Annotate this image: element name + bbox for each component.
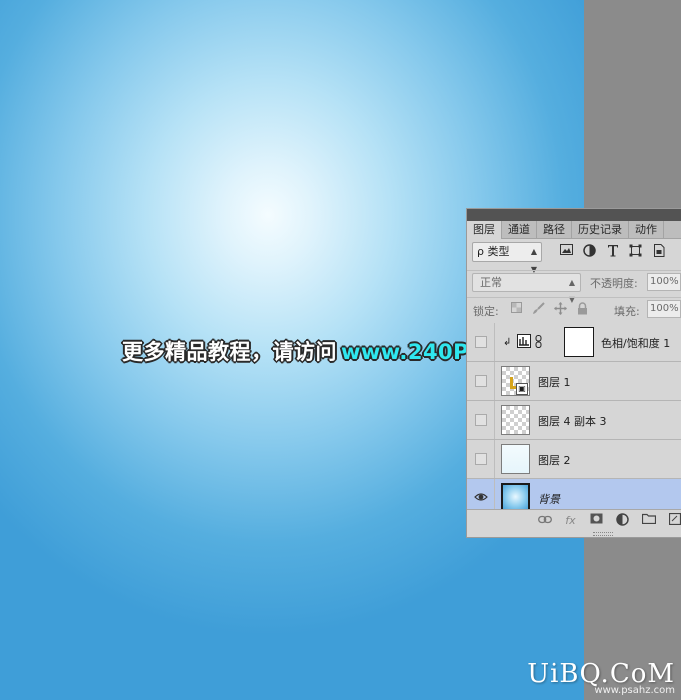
tab-paths[interactable]: 路径 bbox=[537, 221, 572, 239]
tab-layers[interactable]: 图层 bbox=[467, 221, 502, 239]
blend-mode-value: 正常 bbox=[480, 276, 502, 289]
layer-row-layer-2[interactable]: 图层 2 bbox=[467, 440, 681, 479]
visibility-toggle[interactable] bbox=[467, 323, 495, 361]
blend-mode-select[interactable]: 正常 ▲ ▼ bbox=[472, 273, 581, 304]
new-adjustment-icon[interactable] bbox=[615, 513, 630, 528]
layer-name: 图层 4 副本 3 bbox=[538, 415, 607, 428]
layers-panel: 图层 通道 路径 历史记录 动作 ρ 类型 ▲ ▼ 正常 ▲ ▼ 不透明度: 1… bbox=[466, 208, 681, 538]
panel-footer: fx bbox=[467, 509, 681, 531]
visibility-box bbox=[475, 414, 487, 426]
layer-row-hue-saturation[interactable]: ↲ 色相/饱和度 1 bbox=[467, 323, 681, 362]
mask-link-icon[interactable] bbox=[535, 334, 542, 351]
link-layers-icon[interactable] bbox=[537, 513, 552, 528]
smart-object-filter-icon[interactable] bbox=[651, 244, 666, 259]
panel-resize-grip[interactable] bbox=[593, 532, 613, 536]
panel-title-bar[interactable] bbox=[467, 209, 681, 221]
lock-label: 锁定: bbox=[473, 305, 499, 318]
layers-list: ↲ 色相/饱和度 1 ▣ 图层 1 图层 4 副本 3 图层 2 背景 bbox=[467, 323, 681, 518]
layer-name: 色相/饱和度 1 bbox=[601, 337, 671, 350]
hue-saturation-icon bbox=[517, 334, 531, 351]
panel-tabs: 图层 通道 路径 历史记录 动作 bbox=[467, 221, 681, 239]
adjustment-icons: ↲ bbox=[503, 334, 542, 351]
filter-kind-select[interactable]: ρ 类型 ▲ ▼ bbox=[472, 242, 542, 274]
watermark-label: 更多精品教程，请访问 bbox=[122, 340, 337, 364]
smart-object-badge-icon: ▣ bbox=[516, 383, 528, 395]
shape-filter-icon[interactable] bbox=[628, 244, 643, 259]
visibility-toggle[interactable] bbox=[467, 440, 495, 478]
lock-row: 锁定: 填充: 100% bbox=[467, 297, 681, 319]
layer-filter-row: ρ 类型 ▲ ▼ bbox=[467, 242, 681, 274]
layer-thumbnail[interactable] bbox=[501, 444, 530, 474]
fill-label: 填充: bbox=[614, 305, 640, 318]
adjustment-filter-icon[interactable] bbox=[582, 244, 597, 259]
layer-mask-thumbnail[interactable] bbox=[564, 327, 594, 357]
fx-icon[interactable]: fx bbox=[563, 513, 578, 528]
layer-name: 图层 1 bbox=[538, 376, 571, 389]
fill-field[interactable]: 100% bbox=[647, 300, 681, 318]
visibility-box bbox=[475, 336, 487, 348]
visibility-toggle[interactable] bbox=[467, 362, 495, 400]
lock-transparency-icon[interactable] bbox=[510, 302, 523, 315]
tab-history[interactable]: 历史记录 bbox=[572, 221, 629, 239]
lock-all-icon[interactable] bbox=[576, 302, 589, 315]
lock-pixels-icon[interactable] bbox=[532, 302, 545, 315]
tab-actions[interactable]: 动作 bbox=[629, 221, 664, 239]
new-group-icon[interactable] bbox=[641, 513, 656, 528]
visibility-toggle[interactable] bbox=[467, 401, 495, 439]
footer-icons: fx bbox=[537, 512, 681, 528]
filter-icons bbox=[559, 244, 666, 259]
lock-position-icon[interactable] bbox=[554, 302, 567, 315]
clipping-arrow-icon: ↲ bbox=[503, 337, 512, 348]
add-mask-icon[interactable] bbox=[589, 513, 604, 528]
visibility-box bbox=[475, 375, 487, 387]
layer-thumbnail[interactable]: ▣ bbox=[501, 366, 530, 396]
new-layer-icon[interactable] bbox=[667, 512, 681, 528]
corner-logo: UiBQ.CoM www.psahz.com bbox=[527, 659, 675, 696]
layer-name: 图层 2 bbox=[538, 454, 571, 467]
blend-row: 正常 ▲ ▼ 不透明度: 100% bbox=[467, 270, 681, 304]
layer-name: 背景 bbox=[538, 493, 560, 506]
layer-row-layer-1[interactable]: ▣ 图层 1 bbox=[467, 362, 681, 401]
layer-row-layer-4-copy-3[interactable]: 图层 4 副本 3 bbox=[467, 401, 681, 440]
eye-icon bbox=[474, 493, 488, 501]
image-filter-icon[interactable] bbox=[559, 244, 574, 259]
tab-channels[interactable]: 通道 bbox=[502, 221, 537, 239]
type-filter-icon[interactable] bbox=[605, 244, 620, 259]
layer-thumbnail[interactable] bbox=[501, 405, 530, 435]
filter-kind-label: ρ 类型 bbox=[477, 245, 510, 258]
opacity-field[interactable]: 100% bbox=[647, 273, 681, 291]
opacity-label: 不透明度: bbox=[590, 277, 638, 290]
lock-icons bbox=[510, 302, 589, 315]
visibility-box bbox=[475, 453, 487, 465]
